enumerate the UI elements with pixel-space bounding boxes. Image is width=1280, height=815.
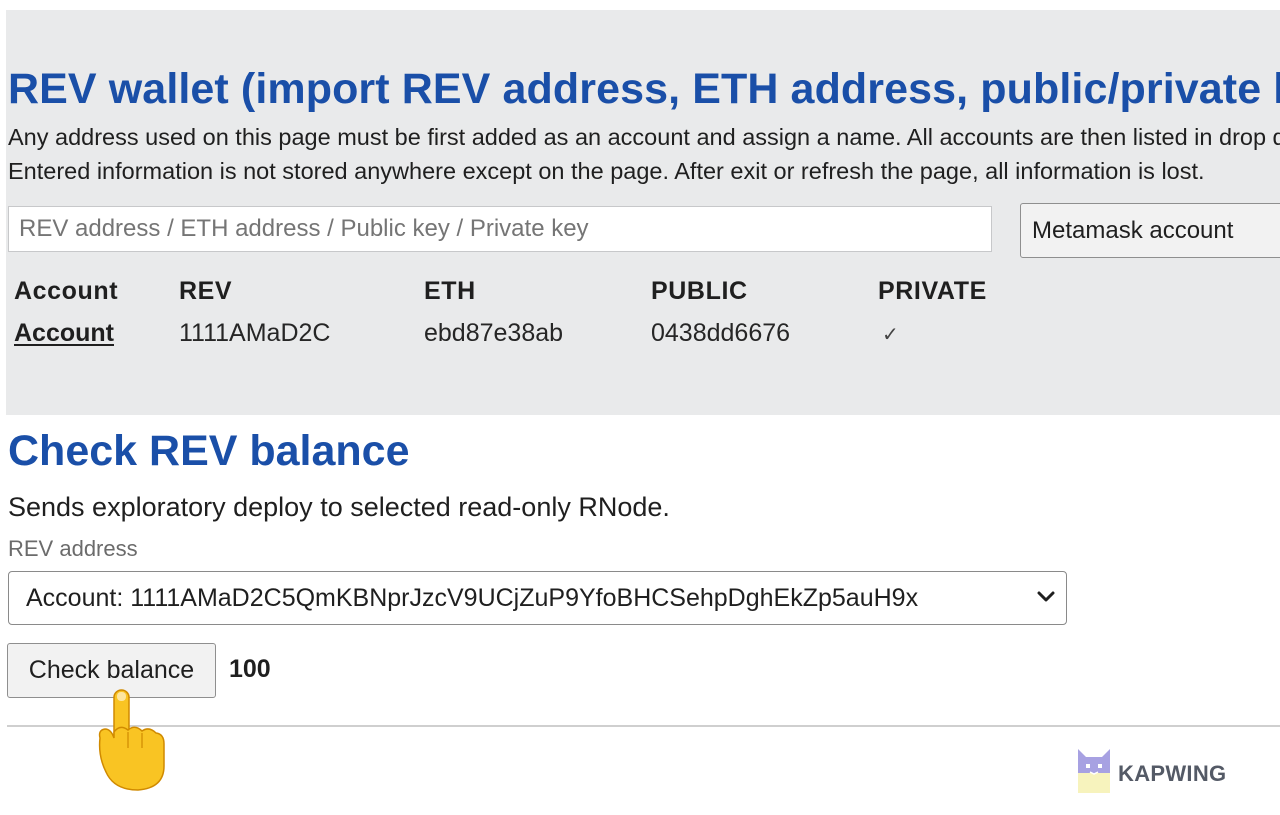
check-balance-description: Sends exploratory deploy to selected rea… — [8, 492, 670, 522]
import-address-input[interactable] — [8, 206, 992, 252]
selected-account-value: Account: 1111AMaD2C5QmKBNprJzcV9UCjZuP9Y… — [26, 584, 919, 612]
wallet-description-line2: Entered information is not stored anywhe… — [8, 158, 1205, 184]
kapwing-watermark: KAPWING — [1076, 747, 1256, 797]
check-balance-title: Check REV balance — [8, 427, 410, 475]
checkmark-icon: ✓ — [882, 323, 899, 346]
wallet-description-line1: Any address used on this page must be fi… — [8, 124, 1280, 150]
accounts-table: Account REV ETH PUBLIC PRIVATE Account 1… — [14, 272, 1018, 356]
metamask-account-button[interactable]: Metamask account — [1020, 203, 1280, 258]
kapwing-logo-icon — [1078, 749, 1110, 793]
private-cell: ✓ — [878, 310, 1018, 356]
accounts-table-header: Account REV ETH PUBLIC PRIVATE — [14, 272, 1018, 310]
wallet-title: REV wallet (import REV address, ETH addr… — [8, 65, 1280, 113]
pointing-hand-icon — [98, 689, 165, 791]
table-row: Account 1111AMaD2C ebd87e38ab 0438dd6676… — [14, 310, 1018, 356]
kapwing-brand-text: KAPWING — [1118, 761, 1227, 786]
account-cell: Account — [14, 310, 179, 356]
rev-cell: 1111AMaD2C — [179, 318, 331, 347]
account-name-link[interactable]: Account — [14, 319, 114, 347]
header-account: Account — [14, 276, 119, 305]
public-cell: 0438dd6676 — [651, 318, 791, 347]
wallet-panel: REV wallet (import REV address, ETH addr… — [6, 10, 1280, 415]
divider — [7, 725, 1280, 727]
header-rev: REV — [179, 276, 233, 305]
wallet-description: Any address used on this page must be fi… — [8, 120, 1280, 188]
header-private: PRIVATE — [878, 276, 987, 305]
balance-value: 100 — [229, 655, 271, 683]
eth-cell: ebd87e38ab — [424, 318, 564, 347]
header-eth: ETH — [424, 276, 476, 305]
rev-address-label: REV address — [8, 536, 138, 561]
chevron-down-icon — [1037, 591, 1055, 602]
rev-address-select[interactable]: Account: 1111AMaD2C5QmKBNprJzcV9UCjZuP9Y… — [8, 571, 1067, 625]
header-public: PUBLIC — [651, 276, 748, 305]
